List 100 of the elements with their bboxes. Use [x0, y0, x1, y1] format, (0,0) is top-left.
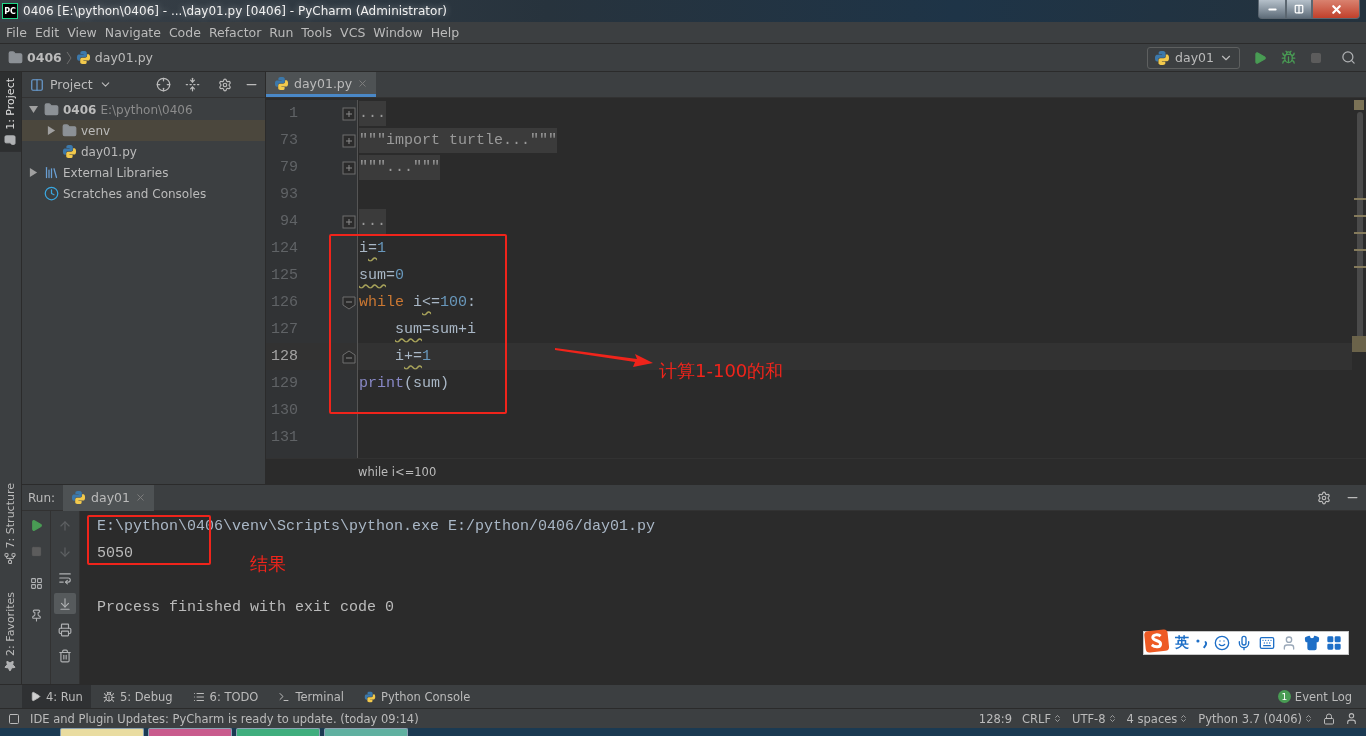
taskbar-button[interactable] — [60, 728, 144, 736]
editor-tab[interactable]: day01.py — [266, 72, 377, 97]
folder-icon — [8, 50, 23, 65]
lock-icon[interactable] — [1323, 712, 1335, 725]
scroll-to-end-icon — [58, 596, 72, 611]
run-tab[interactable]: day01 — [63, 484, 154, 511]
collapse-all-icon[interactable] — [185, 77, 200, 92]
python-file-icon — [75, 50, 91, 65]
panel-title[interactable]: Project — [50, 77, 93, 92]
collapsed-arrow-icon[interactable] — [46, 126, 56, 135]
trash-icon — [58, 648, 72, 663]
expand-fold-icon[interactable] — [342, 160, 356, 175]
folder-icon — [62, 123, 77, 138]
inspector-icon[interactable] — [1345, 712, 1358, 725]
folder-icon — [44, 102, 59, 117]
tree-item[interactable]: venv — [22, 120, 265, 141]
input-mode-toggle[interactable]: 英 — [1172, 634, 1193, 652]
collapsed-arrow-icon[interactable] — [28, 168, 38, 177]
library-icon — [44, 165, 59, 180]
maximize-button[interactable] — [1286, 0, 1312, 19]
keyboard-icon[interactable] — [1257, 635, 1277, 651]
tool-tab[interactable]: 5: Debug — [94, 684, 181, 709]
menu-item[interactable]: Tools — [297, 25, 337, 40]
tool-window-tab[interactable]: 2: Favorites — [0, 586, 21, 678]
item-label: day01.py — [81, 144, 137, 159]
breadcrumb-item[interactable]: 0406 — [8, 50, 62, 65]
tree-item[interactable]: day01.py — [22, 141, 265, 162]
status-item[interactable]: CRLF — [1022, 711, 1063, 726]
item-label: Scratches and Consoles — [63, 186, 207, 201]
close-button[interactable] — [1312, 0, 1360, 19]
tool-window-tab[interactable]: 1: Project — [0, 72, 21, 152]
tool-tab[interactable]: Python Console — [356, 684, 479, 709]
grid-icon[interactable] — [1324, 635, 1344, 651]
tool-tab[interactable]: 6: TODO — [184, 684, 267, 709]
stop-icon — [30, 546, 42, 557]
restore-icon — [1294, 4, 1304, 14]
event-log-button[interactable]: 1 Event Log — [1277, 689, 1352, 704]
notification-count: 1 — [1277, 690, 1291, 703]
star-icon — [4, 660, 17, 672]
collapse-fold-icon[interactable] — [342, 295, 356, 310]
annotation-text: 结果 — [250, 552, 286, 576]
status-message: IDE and Plugin Updates: PyCharm is ready to update. (today 09:14) — [30, 711, 419, 726]
expand-fold-icon[interactable] — [342, 133, 356, 148]
play-icon — [1253, 50, 1267, 65]
breadcrumb-item[interactable]: day01.py — [75, 50, 153, 65]
inspection-status-icon — [1354, 100, 1364, 110]
wrap-icon — [58, 570, 72, 585]
code-line: print(sum) — [358, 375, 450, 392]
locate-icon[interactable] — [156, 77, 171, 92]
menu-item[interactable]: Refactor — [204, 25, 266, 40]
dropdown-caret-icon — [1107, 714, 1117, 723]
code-line: sum=0 — [358, 267, 405, 284]
breadcrumb-separator-icon — [65, 50, 72, 65]
close-icon — [1329, 2, 1343, 16]
tree-item[interactable]: Scratches and Consoles — [22, 183, 265, 204]
menu-item[interactable]: Edit — [30, 25, 64, 40]
tool-tab[interactable]: 4: Run — [22, 684, 91, 709]
expanded-arrow-icon[interactable] — [28, 105, 38, 114]
menu-item[interactable]: Help — [426, 25, 464, 40]
menu-item[interactable]: View — [63, 25, 101, 40]
menu-item[interactable]: Code — [164, 25, 205, 40]
console-line: 5050 — [97, 544, 133, 564]
folder-icon — [4, 133, 17, 146]
expand-fold-icon[interactable] — [342, 214, 356, 229]
run-configuration-dropdown[interactable]: day01 — [1147, 46, 1240, 69]
breadcrumb-item[interactable]: while i<=100 — [358, 464, 437, 479]
bug-icon — [1280, 50, 1296, 65]
collapse-fold-icon[interactable] — [342, 349, 356, 364]
menu-item[interactable]: Run — [265, 25, 298, 40]
status-item[interactable]: Python 3.7 (0406) — [1198, 711, 1313, 726]
menu-item[interactable]: VCS — [336, 25, 370, 40]
python-icon — [1154, 49, 1171, 66]
tool-window-tab[interactable]: 7: Structure — [0, 476, 21, 571]
tree-item[interactable]: 0406 E:\python\0406 — [22, 99, 265, 120]
bug-icon — [102, 690, 115, 703]
menu-item[interactable]: Window — [369, 25, 427, 40]
menu-item[interactable]: File — [2, 25, 31, 40]
tool-windows-icon[interactable] — [8, 712, 20, 725]
item-label: venv — [81, 123, 111, 138]
python-icon — [364, 690, 377, 703]
scroll-to-end-button[interactable] — [54, 593, 76, 614]
status-item[interactable]: 4 spaces — [1126, 711, 1189, 726]
shirt-icon[interactable] — [1302, 635, 1322, 651]
window-title: 0406 [E:\python\0406] - ...\day01.py [0406] - PyCharm (Administrator) — [23, 4, 447, 18]
status-item[interactable]: 128:9 — [978, 711, 1012, 726]
minimize-button[interactable] — [1258, 0, 1286, 19]
menu-item[interactable]: Navigate — [100, 25, 165, 40]
play-icon — [30, 691, 41, 702]
emoji-icon[interactable] — [1212, 635, 1232, 651]
close-icon[interactable] — [134, 492, 146, 503]
dropdown-caret-icon — [1179, 714, 1189, 723]
status-item[interactable]: UTF-8 — [1072, 711, 1117, 726]
settings-icon[interactable] — [218, 77, 232, 92]
tree-item[interactable]: External Libraries — [22, 162, 265, 183]
settings-icon[interactable] — [1317, 490, 1331, 505]
console-line: Process finished with exit code 0 — [97, 598, 395, 618]
terminal-icon — [278, 690, 291, 703]
expand-fold-icon[interactable] — [342, 106, 356, 121]
tool-tab[interactable]: Terminal — [270, 684, 353, 709]
close-icon[interactable] — [357, 77, 369, 89]
